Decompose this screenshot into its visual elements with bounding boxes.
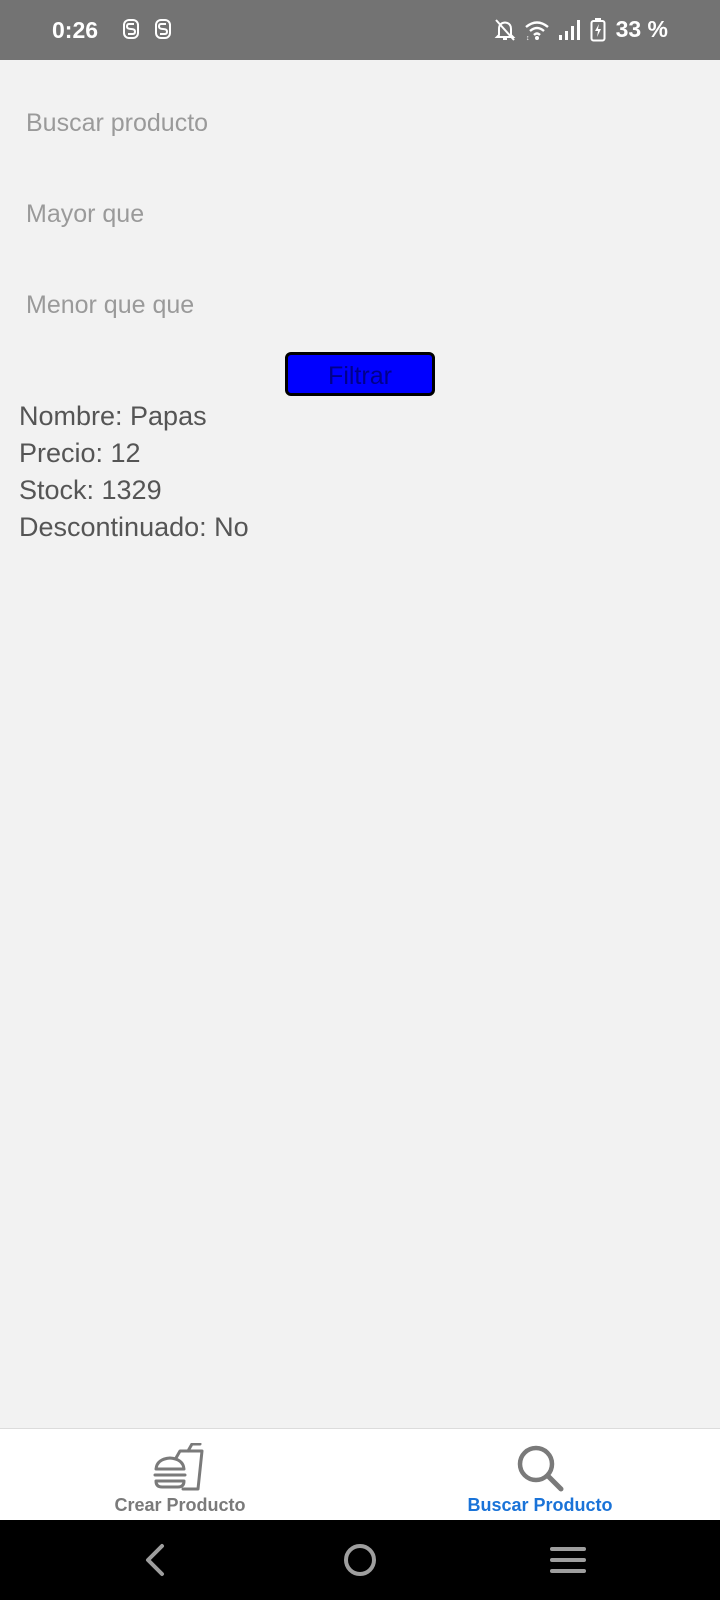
product-stock: Stock: 1329	[19, 475, 162, 505]
product-name: Nombre: Papas	[19, 401, 207, 431]
product-discontinued: Descontinuado: No	[19, 512, 249, 542]
product-price: Precio: 12	[19, 438, 141, 468]
status-notification-icons	[122, 18, 172, 40]
svg-text:↕: ↕	[526, 35, 530, 41]
battery-charging-icon	[590, 17, 606, 41]
status-bar: 0:26 ↕ 33 %	[0, 0, 720, 60]
status-system-icons: ↕ 33 %	[494, 16, 668, 43]
filter-button[interactable]: Filtrar	[285, 352, 435, 396]
recents-icon[interactable]	[548, 1540, 588, 1580]
tab-crear-producto[interactable]: Crear Producto	[0, 1429, 360, 1521]
s-app-icon	[123, 19, 139, 39]
bottom-tab-bar: Crear Producto Buscar Producto	[0, 1428, 720, 1520]
status-time: 0:26	[52, 17, 99, 43]
system-navigation-bar	[0, 1520, 720, 1600]
battery-percent: 33 %	[615, 16, 668, 42]
tab-label-buscar: Buscar Producto	[467, 1495, 613, 1515]
signal-icon	[558, 19, 580, 40]
search-screen: Filtrar Nombre: Papas Precio: 12 Stock: …	[0, 60, 720, 1428]
bell-off-icon	[494, 18, 515, 41]
fast-food-icon	[153, 1443, 204, 1491]
home-icon[interactable]	[342, 1540, 378, 1580]
search-icon	[517, 1445, 564, 1492]
wifi-icon: ↕	[524, 20, 549, 41]
s-app-icon	[155, 19, 171, 39]
search-product-input[interactable]	[20, 93, 700, 153]
product-result: Nombre: Papas Precio: 12 Stock: 1329 Des…	[19, 398, 249, 546]
greater-than-input[interactable]	[20, 184, 700, 244]
tab-buscar-producto[interactable]: Buscar Producto	[360, 1429, 720, 1521]
back-icon[interactable]	[140, 1540, 170, 1580]
less-than-input[interactable]	[20, 275, 700, 335]
tab-label-crear: Crear Producto	[114, 1495, 246, 1515]
